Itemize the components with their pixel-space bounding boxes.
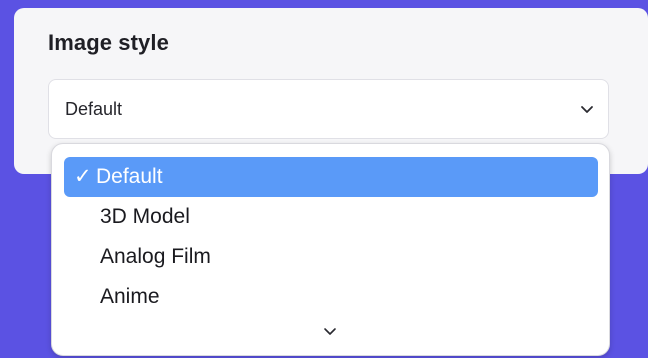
- section-title: Image style: [48, 30, 169, 55]
- option-analog-film[interactable]: Analog Film: [64, 237, 598, 277]
- image-style-select[interactable]: Default: [48, 79, 609, 139]
- chevron-down-icon[interactable]: [322, 324, 338, 340]
- option-3d-model[interactable]: 3D Model: [64, 197, 598, 237]
- chevron-down-icon: [581, 106, 593, 113]
- screen: Image style Default ✓ Default 3D Model An…: [0, 0, 648, 358]
- option-label: Default: [96, 165, 163, 188]
- option-label: 3D Model: [100, 205, 190, 228]
- option-label: Anime: [100, 285, 160, 308]
- image-style-dropdown: ✓ Default 3D Model Analog Film Anime: [51, 143, 610, 356]
- checkmark-icon: ✓: [74, 165, 92, 188]
- option-anime[interactable]: Anime: [64, 277, 598, 317]
- option-default[interactable]: ✓ Default: [64, 157, 598, 197]
- option-label: Analog Film: [100, 245, 211, 268]
- select-value: Default: [65, 99, 123, 119]
